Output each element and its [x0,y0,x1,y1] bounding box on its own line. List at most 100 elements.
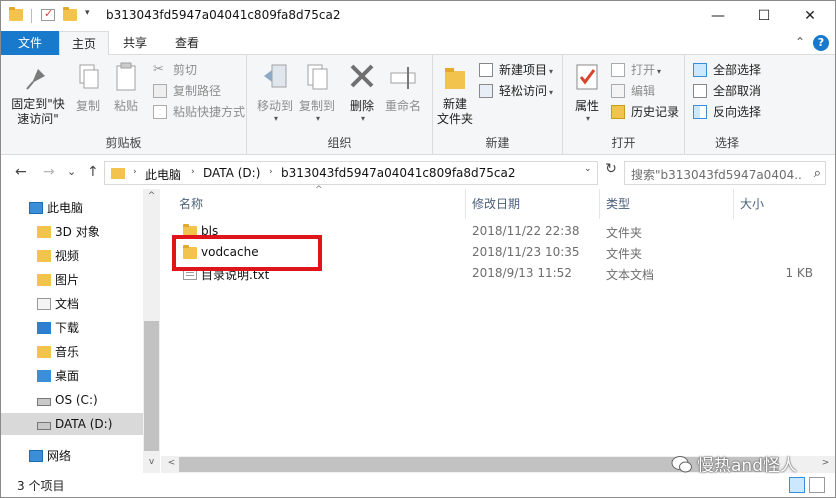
easy-access-label: 轻松访问 [499,84,548,98]
refresh-icon[interactable]: ↻ [601,161,621,183]
invert-selection-button[interactable]: 反向选择 [693,102,761,122]
rename-button[interactable]: 重命名 [383,61,423,114]
rename-icon [388,61,418,93]
copy-button[interactable]: 复制 [71,61,105,114]
sidebar-item-documents[interactable]: 文档 [1,293,143,315]
history-button[interactable]: 历史记录 [611,102,679,122]
copy-icon [73,61,103,93]
scroll-thumb[interactable] [144,321,159,451]
column-header-type[interactable]: 类型 [606,195,630,212]
edit-button[interactable]: 编辑 [611,81,655,101]
navigation-pane: 此电脑 3D 对象 视频 图片 文档 下载 音乐 桌面 OS (C:) DATA… [1,189,143,473]
sidebar-item-network[interactable]: 网络 [1,445,143,467]
new-folder-quick-icon[interactable] [63,7,77,21]
search-placeholder: 搜索"b313043fd5947a0404... [631,168,801,182]
properties-icon [572,61,602,93]
sidebar-item-videos[interactable]: 视频 [1,245,143,267]
select-all-button[interactable]: 全部选择 [693,60,761,80]
cut-button[interactable]: ✂ 剪切 [153,60,197,80]
large-icons-view-icon[interactable] [809,477,825,493]
move-to-button[interactable]: 移动到 ▾ [255,61,295,123]
new-item-label: 新建项目 [499,63,548,77]
recent-locations-dropdown-icon[interactable]: ⌄ [67,165,76,178]
breadcrumb-separator-icon[interactable]: › [269,167,273,177]
address-bar[interactable]: › 此电脑 › DATA (D:) › b313043fd5947a04041c… [104,161,598,185]
sidebar-item-pictures[interactable]: 图片 [1,269,143,291]
window-title: b313043fd5947a04041c809fa8d75ca2 [106,8,341,22]
column-header-modified[interactable]: 修改日期 [472,195,520,212]
folder-icon [9,7,23,21]
copy-to-button[interactable]: 复制到 ▾ [297,61,337,123]
forward-button[interactable]: → [43,164,55,180]
file-size: 1 KB [785,266,813,280]
properties-button[interactable]: 属性 ▾ [567,61,607,123]
pin-to-quick-access-button[interactable]: 固定到"快 速访问" [7,61,69,127]
organize-group: 移动到 ▾ 复制到 ▾ 删除 ▾ 重命名 组织 [247,55,433,155]
breadcrumb-separator-icon[interactable]: › [133,167,137,177]
paste-shortcut-button[interactable]: 粘贴快捷方式 [153,102,245,122]
sidebar-item-data-drive[interactable]: DATA (D:) [1,413,143,435]
open-group-label: 打开 [611,136,636,150]
up-button[interactable]: ↑ [87,164,99,180]
tab-view[interactable]: 查看 [163,31,211,55]
new-folder-button[interactable]: 新建 文件夹 [435,61,475,127]
sidebar-item-label: 文档 [55,297,80,311]
scroll-right-icon[interactable]: > [817,458,834,468]
highlight-box [172,235,322,271]
maximize-button[interactable]: ☐ [741,1,787,31]
scroll-down-icon[interactable]: v [143,457,160,467]
breadcrumb-separator-icon[interactable]: › [191,167,195,177]
properties-quick-icon[interactable] [41,7,55,21]
column-header-name[interactable]: 名称 [179,195,203,212]
easy-access-button[interactable]: 轻松访问 ▾ [479,81,553,101]
paste-button[interactable]: 粘贴 [109,61,143,114]
select-none-icon [693,84,707,98]
file-type: 文本文档 [606,268,655,282]
search-icon[interactable]: ⌕ [814,166,821,181]
minimize-button[interactable]: — [695,1,741,31]
column-divider[interactable] [465,189,466,219]
navigation-pane-scrollbar[interactable]: ^ v [143,189,160,473]
file-modified: 2018/11/22 22:38 [472,224,580,238]
watermark-text: 慢热and怪人 [697,456,797,476]
copy-path-label: 复制路径 [173,84,222,98]
details-view-icon[interactable] [789,477,805,493]
sidebar-item-label: 视频 [55,249,80,263]
tab-home[interactable]: 主页 [59,31,110,56]
column-header-size[interactable]: 大小 [740,195,764,212]
new-folder-label: 新建 文件夹 [436,97,473,126]
tab-share[interactable]: 共享 [111,31,159,55]
delete-button[interactable]: 删除 ▾ [345,61,379,123]
copy-path-button[interactable]: 复制路径 [153,81,221,101]
breadcrumb-data-drive[interactable]: DATA (D:) [203,166,260,180]
new-item-button[interactable]: 新建项目 ▾ [479,60,553,80]
sidebar-item-music[interactable]: 音乐 [1,341,143,363]
sidebar-item-os-drive[interactable]: OS (C:) [1,389,143,411]
column-divider[interactable] [599,189,600,219]
collapse-ribbon-icon[interactable]: ⌃ [795,35,805,49]
open-button[interactable]: 打开 ▾ [611,60,661,80]
close-button[interactable]: ✕ [787,1,833,31]
sidebar-item-downloads[interactable]: 下载 [1,317,143,339]
customize-quick-access-dropdown-icon[interactable]: ▾ [85,8,90,18]
scroll-up-icon[interactable]: ^ [143,191,160,201]
documents-icon [37,298,51,310]
help-icon[interactable]: ? [813,35,829,51]
sidebar-item-this-pc[interactable]: 此电脑 [1,197,143,219]
invert-selection-label: 反向选择 [713,105,762,119]
address-dropdown-icon[interactable]: ⌄ [584,164,592,174]
sort-ascending-icon: ^ [315,185,323,195]
file-modified: 2018/9/13 11:52 [472,266,572,280]
sidebar-item-desktop[interactable]: 桌面 [1,365,143,387]
item-count: 3 个项目 [17,479,65,493]
breadcrumb-this-pc[interactable]: 此电脑 [145,166,181,183]
tab-file[interactable]: 文件 [1,31,59,55]
select-none-button[interactable]: 全部取消 [693,81,761,101]
search-input[interactable]: 搜索"b313043fd5947a0404... ⌕ [624,161,826,185]
back-button[interactable]: ← [15,164,27,180]
breadcrumb-current-folder[interactable]: b313043fd5947a04041c809fa8d75ca2 [281,166,516,180]
column-divider[interactable] [733,189,734,219]
scroll-left-icon[interactable]: < [163,458,180,468]
videos-icon [37,250,51,262]
sidebar-item-3d-objects[interactable]: 3D 对象 [1,221,143,243]
